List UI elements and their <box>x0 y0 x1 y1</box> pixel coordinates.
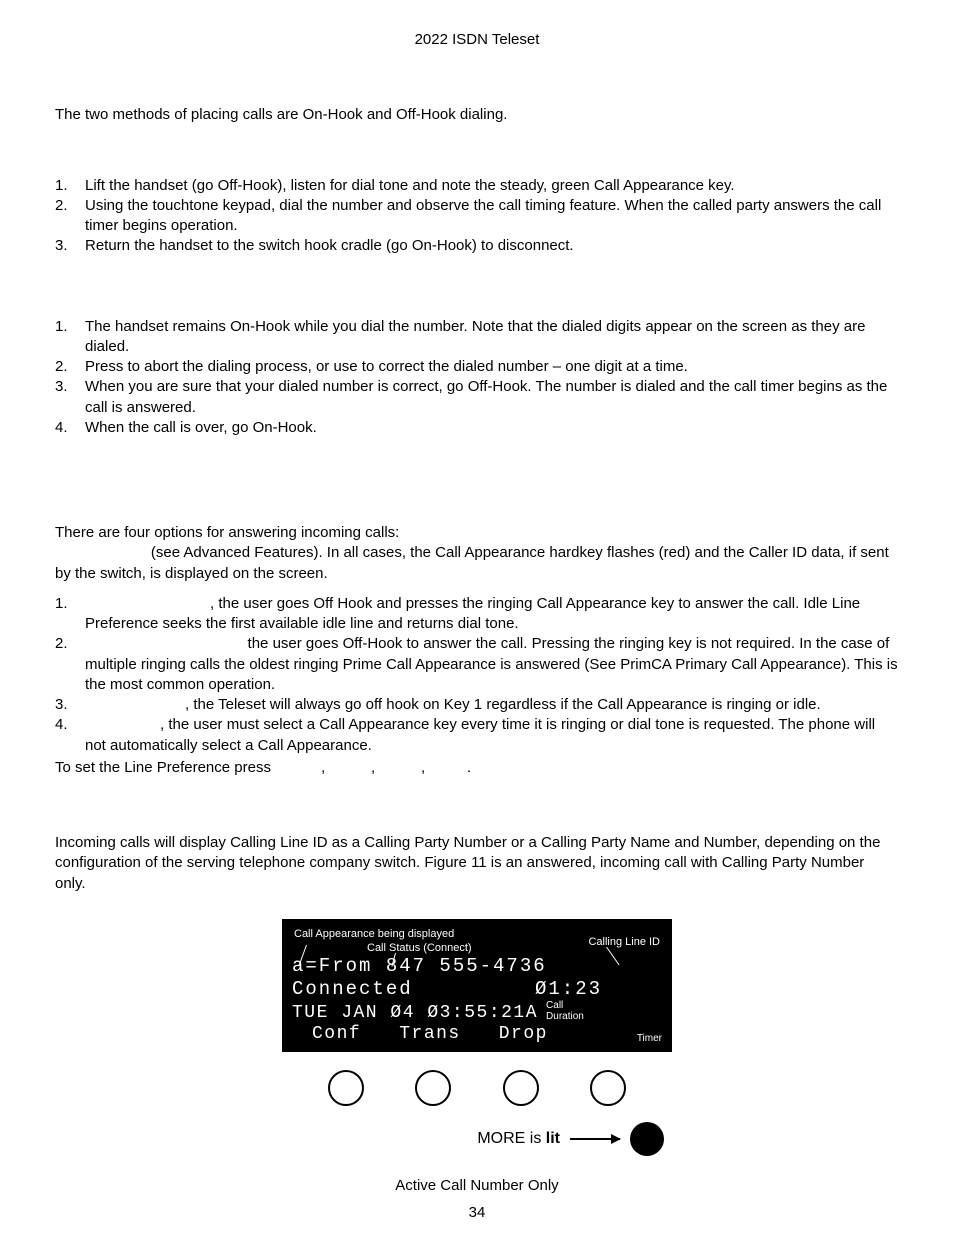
list-number: 4. <box>55 715 85 735</box>
list-text: the user goes Off-Hook to answer the cal… <box>85 634 899 695</box>
more-lit-text: lit <box>546 1130 560 1147</box>
list-number: 1. <box>55 594 85 614</box>
list-text: Using the touchtone keypad, dial the num… <box>85 196 899 237</box>
softkey-label-trans: Trans <box>399 1024 461 1046</box>
list-text: The handset remains On-Hook while you di… <box>85 317 899 358</box>
list-number: 1. <box>55 176 85 196</box>
lcd-status-text: Connected <box>292 978 413 1001</box>
list-number: 3. <box>55 236 85 256</box>
list-text: , the Teleset will always go off hook on… <box>85 695 899 715</box>
answer-intro-2: (see Advanced Features). In all cases, t… <box>55 543 899 584</box>
list-text: Press to abort the dialing process, or u… <box>85 357 899 377</box>
page-header: 2022 ISDN Teleset <box>55 30 899 50</box>
figure-caption: Active Call Number Only <box>395 1176 558 1196</box>
list-number: 3. <box>55 695 85 715</box>
offhook-list: 1.Lift the handset (go Off-Hook), listen… <box>55 176 899 257</box>
list-item: 4.When the call is over, go On-Hook. <box>55 418 899 438</box>
annot-calling-line-id: Calling Line ID <box>588 935 660 950</box>
list-item: 3. , the Teleset will always go off hook… <box>55 695 899 715</box>
answer-list: 1. , the user goes Off Hook and presses … <box>55 594 899 756</box>
clid-paragraph: Incoming calls will display Calling Line… <box>55 833 899 894</box>
annot-call-status: Call Status (Connect) <box>367 941 472 956</box>
list-number: 4. <box>55 418 85 438</box>
list-number: 3. <box>55 377 85 397</box>
softkey-button-4[interactable] <box>590 1070 626 1106</box>
more-text: MORE is <box>477 1130 545 1147</box>
more-indicator-row: MORE is lit <box>282 1116 672 1162</box>
list-text: , the user goes Off Hook and presses the… <box>85 594 899 635</box>
list-text: , the user must select a Call Appearance… <box>85 715 899 756</box>
list-item: 1. , the user goes Off Hook and presses … <box>55 594 899 635</box>
side-timer: Timer <box>637 1032 662 1046</box>
figure-wrap: Call Appearance being displayed Call Sta… <box>55 919 899 1196</box>
softkey-label-conf: Conf <box>312 1024 361 1046</box>
list-item: 2.Press to abort the dialing process, or… <box>55 357 899 377</box>
list-item: 4. , the user must select a Call Appeara… <box>55 715 899 756</box>
lcd-line-1: a=From 847 555-4736 <box>292 955 662 978</box>
list-number: 2. <box>55 634 85 654</box>
list-item: 3.When you are sure that your dialed num… <box>55 377 899 418</box>
list-item: 3.Return the handset to the switch hook … <box>55 236 899 256</box>
intro-paragraph: The two methods of placing calls are On-… <box>55 105 899 125</box>
side-call: Call <box>546 1000 563 1011</box>
softkey-button-1[interactable] <box>328 1070 364 1106</box>
list-number: 2. <box>55 196 85 216</box>
softkey-button-3[interactable] <box>503 1070 539 1106</box>
answer-intro-1: There are four options for answering inc… <box>55 523 899 543</box>
annot-call-appearance: Call Appearance being displayed <box>294 927 454 942</box>
more-label: MORE is lit <box>477 1128 560 1150</box>
page-number: 34 <box>0 1203 954 1223</box>
list-item: 2.Using the touchtone keypad, dial the n… <box>55 196 899 237</box>
softkey-label-drop: Drop <box>499 1024 548 1046</box>
list-text: When you are sure that your dialed numbe… <box>85 377 899 418</box>
lcd-side-label: Call Duration <box>546 1000 584 1024</box>
softkey-button-2[interactable] <box>415 1070 451 1106</box>
list-number: 1. <box>55 317 85 337</box>
set-preference-line: To set the Line Preference press , , , . <box>55 758 899 778</box>
lcd-timer-value: Ø1:23 <box>535 978 602 1001</box>
softkey-buttons-row <box>282 1052 672 1116</box>
list-text: Lift the handset (go Off-Hook), listen f… <box>85 176 899 196</box>
list-text: Return the handset to the switch hook cr… <box>85 236 899 256</box>
list-text: When the call is over, go On-Hook. <box>85 418 899 438</box>
list-item: 1.Lift the handset (go Off-Hook), listen… <box>55 176 899 196</box>
list-item: 2. the user goes Off-Hook to answer the … <box>55 634 899 695</box>
onhook-list: 1.The handset remains On-Hook while you … <box>55 317 899 439</box>
lcd-datetime: TUE JAN Ø4 Ø3:55:21A <box>292 1003 538 1025</box>
more-led-icon <box>630 1122 664 1156</box>
lcd-annotations: Call Appearance being displayed Call Sta… <box>292 927 662 955</box>
lcd-screen: Call Appearance being displayed Call Sta… <box>282 919 672 1052</box>
list-item: 1.The handset remains On-Hook while you … <box>55 317 899 358</box>
lcd-figure: Call Appearance being displayed Call Sta… <box>282 919 672 1162</box>
arrow-icon <box>570 1138 620 1140</box>
side-duration: Duration <box>546 1011 584 1022</box>
list-number: 2. <box>55 357 85 377</box>
